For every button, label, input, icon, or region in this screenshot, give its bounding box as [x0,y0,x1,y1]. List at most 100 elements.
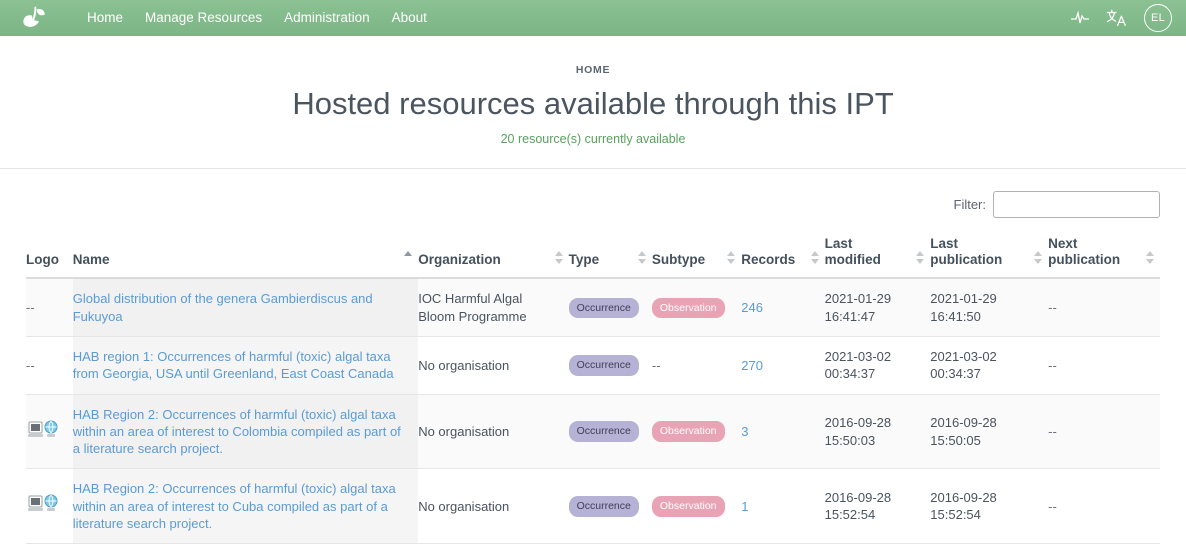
subtype-empty: -- [651,357,661,373]
cell-last-publication: 2021-01-29 16:41:50 [930,278,1049,338]
cell-records: 270 [741,336,825,395]
cell-name: HAB Region 2: Occurrences of harmful (to… [72,394,419,470]
sort-toggle-icon [916,251,925,265]
cell-type: Occurrence [568,336,652,395]
filter-area: Filter: [0,169,1186,226]
cell-type: Occurrence [568,278,652,338]
resource-name-link[interactable]: HAB Region 2: Occurrences of harmful (to… [73,481,396,531]
type-badge: Occurrence [568,421,639,442]
column-header-organization-label: Organization [418,251,501,267]
cell-last-modified: 2016-09-28 15:50:03 [824,394,931,470]
column-header-records-label: Records [741,251,796,267]
type-badge: Occurrence [568,355,639,376]
cell-last-publication: 2016-09-28 15:52:54 [930,468,1049,545]
table-row: -- HAB region 1: Occurrences of harmful (… [26,336,1160,395]
cell-type: Occurrence [568,468,652,545]
resource-name-link[interactable]: HAB region 1: Occurrences of harmful (to… [73,349,394,381]
column-header-last-modified[interactable]: Last modified [824,225,931,280]
nav-link-about[interactable]: About [381,0,438,36]
sort-ascending-icon [404,251,413,265]
filter-input[interactable] [993,190,1160,218]
cell-last-modified: 2016-09-28 15:52:54 [824,468,931,545]
cell-logo: -- [26,278,73,338]
next-publication-value: -- [1048,498,1057,514]
table-row: -- Global distribution of the genera Gamb… [26,278,1160,338]
filter-label: Filter: [953,196,987,212]
cell-records: 3 [741,394,825,470]
cell-next-publication: -- [1048,278,1160,338]
subtype-badge: Observation [651,421,725,442]
records-count-link[interactable]: 246 [741,300,763,315]
sort-toggle-icon [1146,251,1154,265]
table-body: -- Global distribution of the genera Gamb… [26,278,1160,545]
subtype-badge: Observation [651,297,725,319]
cell-name: Global distribution of the genera Gambie… [72,278,419,338]
resource-name-link[interactable]: Global distribution of the genera Gambie… [73,291,373,323]
cell-next-publication: -- [1048,394,1160,470]
records-count-link[interactable]: 3 [741,424,748,439]
cell-last-modified: 2021-01-29 16:41:47 [824,278,931,338]
cell-last-publication: 2016-09-28 15:50:05 [930,394,1049,470]
column-header-next-publication[interactable]: Next publication [1048,225,1160,280]
nav-link-manage-resources[interactable]: Manage Resources [134,0,273,36]
type-badge: Occurrence [568,496,639,517]
resources-table: Logo Name Organization Type Subtype Reco… [26,225,1160,545]
cell-logo [26,468,73,545]
table-header-row: Logo Name Organization Type Subtype Reco… [26,225,1160,280]
nav-link-administration[interactable]: Administration [273,0,381,36]
column-header-last-publication-label: Last publication [930,235,1003,267]
resource-name-link[interactable]: HAB Region 2: Occurrences of harmful (to… [73,407,401,457]
translate-icon[interactable] [1106,9,1128,27]
column-header-name-label: Name [72,251,110,267]
records-count-link[interactable]: 1 [741,499,748,514]
activity-pulse-icon[interactable] [1070,10,1090,26]
cell-organization: No organisation [418,468,569,545]
resource-logo-image [26,493,65,519]
column-header-type[interactable]: Type [568,225,652,280]
sort-toggle-icon [637,251,646,265]
sort-toggle-icon [1034,251,1043,265]
column-header-subtype[interactable]: Subtype [651,225,742,280]
column-header-name[interactable]: Name [72,225,419,280]
column-header-last-publication[interactable]: Last publication [930,225,1049,280]
cell-organization: No organisation [418,336,569,395]
table-row: HAB Region 2: Occurrences of harmful (to… [26,394,1160,470]
ipt-logo[interactable] [14,0,54,36]
cell-logo: -- [26,336,73,395]
cell-records: 246 [741,278,825,338]
column-header-organization[interactable]: Organization [418,225,569,280]
column-header-last-modified-label: Last modified [824,235,881,267]
nav-link-home[interactable]: Home [76,0,134,36]
cell-last-modified: 2021-03-02 00:34:37 [824,336,931,395]
column-header-subtype-label: Subtype [651,251,706,267]
page-header: HOME Hosted resources available through … [0,36,1186,169]
cell-subtype: Observation [651,278,742,338]
sort-toggle-icon [727,251,736,265]
column-header-records[interactable]: Records [741,225,825,280]
cell-organization: IOC Harmful Algal Bloom Programme [418,278,569,338]
page-title: Hosted resources available through this … [292,86,894,121]
column-header-logo[interactable]: Logo [26,225,73,280]
cell-records: 1 [741,468,825,545]
resource-logo-placeholder: -- [26,357,35,373]
cell-subtype: Observation [651,468,742,545]
resource-count-text: 20 resource(s) currently available [500,131,686,146]
next-publication-value: -- [1048,357,1057,373]
nav-links: Home Manage Resources Administration Abo… [76,0,438,36]
column-header-logo-label: Logo [26,251,59,267]
user-avatar[interactable]: EL [1144,4,1172,32]
column-header-type-label: Type [568,251,600,267]
records-count-link[interactable]: 270 [741,358,763,373]
table-row: HAB Region 2: Occurrences of harmful (to… [26,468,1160,545]
navbar-right-actions: EL [1070,0,1172,36]
cell-next-publication: -- [1048,336,1160,395]
sort-toggle-icon [810,251,819,265]
cell-type: Occurrence [568,394,652,470]
cell-subtype: -- [651,336,742,395]
cell-organization: No organisation [418,394,569,470]
next-publication-value: -- [1048,423,1057,439]
cell-subtype: Observation [651,394,742,470]
top-navbar: Home Manage Resources Administration Abo… [0,0,1186,36]
breadcrumb: HOME [575,64,611,76]
resource-logo-placeholder: -- [26,300,35,316]
